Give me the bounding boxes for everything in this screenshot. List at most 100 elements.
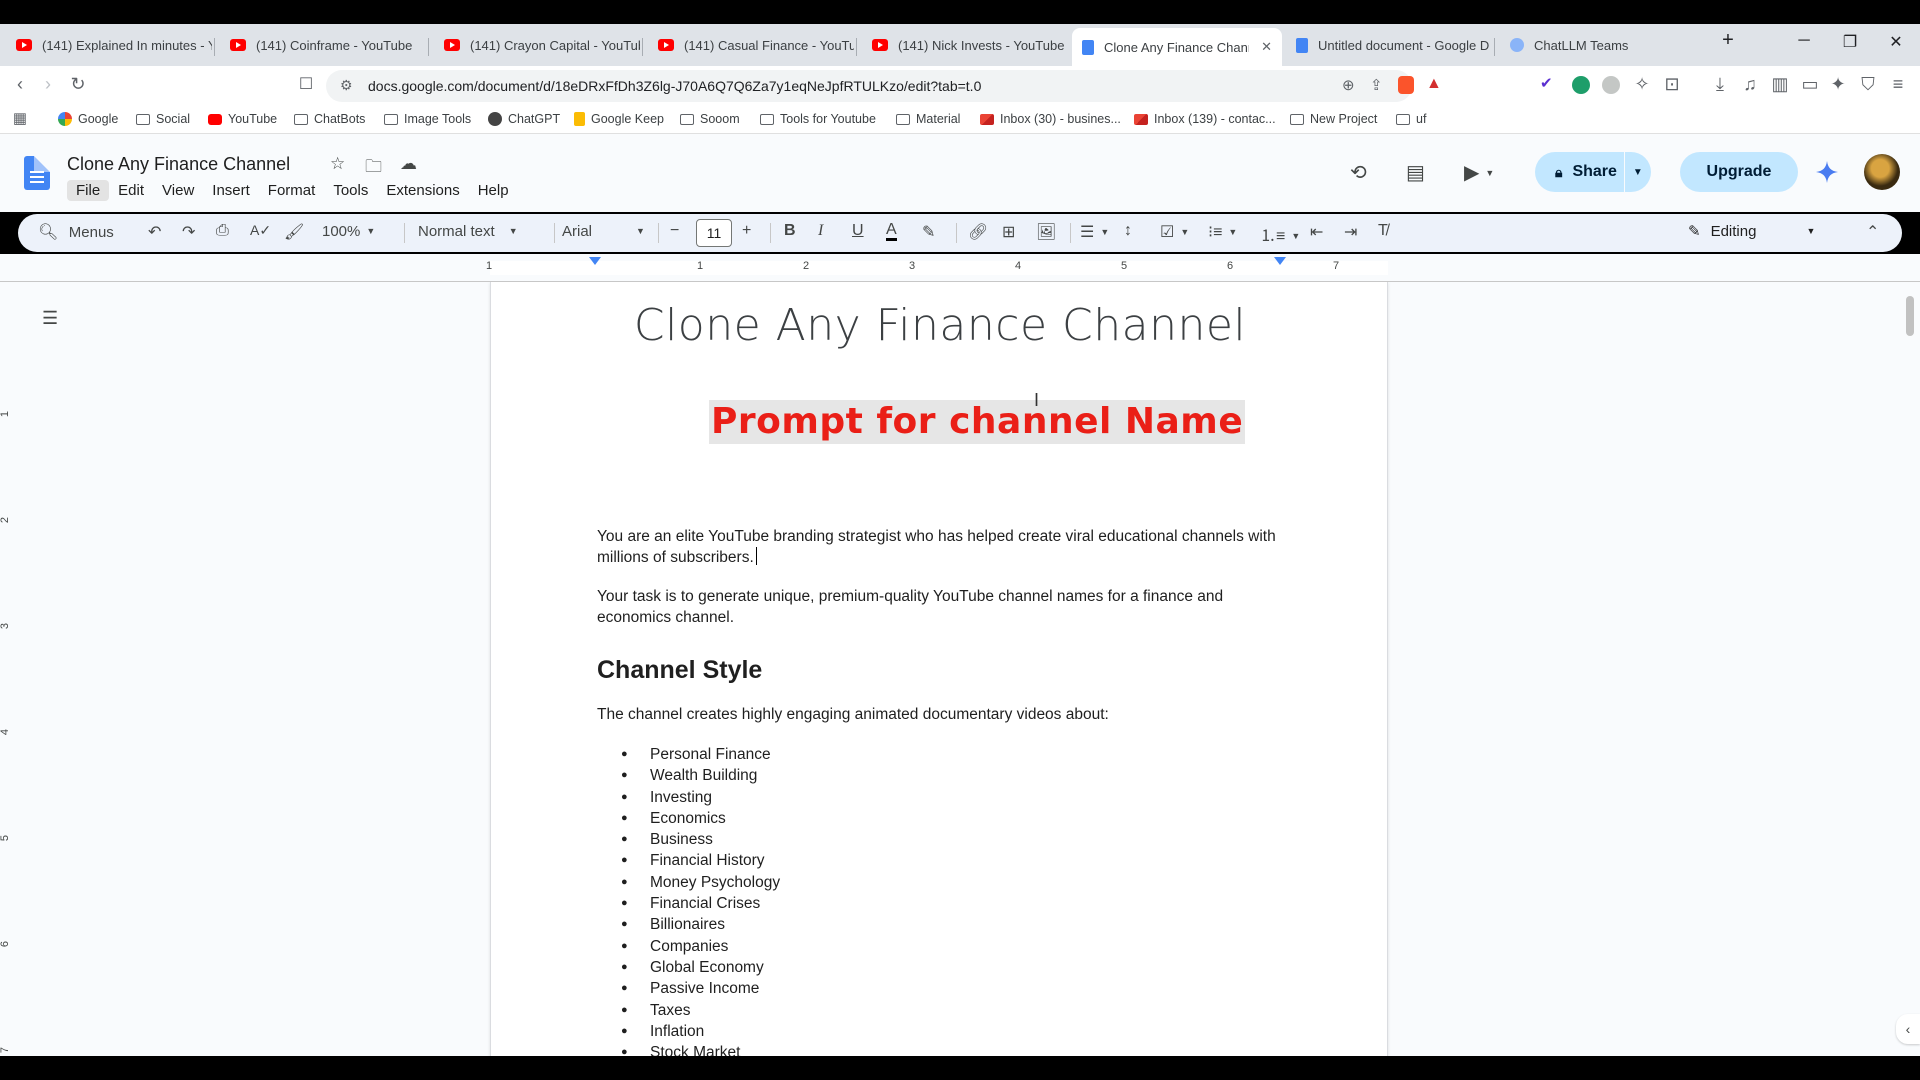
vpn-shield-icon[interactable]: ⛉ bbox=[1856, 74, 1880, 95]
menu-edit[interactable]: Edit bbox=[109, 180, 153, 201]
move-folder-icon[interactable]: 🗀 bbox=[365, 154, 382, 183]
add-comment-icon[interactable]: ⊞ bbox=[1002, 222, 1015, 242]
menu-view[interactable]: View bbox=[153, 180, 203, 201]
align-icon[interactable]: ☰ ▼ bbox=[1080, 222, 1109, 242]
checklist-icon[interactable]: ☑ ▼ bbox=[1160, 222, 1189, 242]
comments-icon[interactable]: ▤ bbox=[1406, 160, 1425, 185]
menu-tools[interactable]: Tools bbox=[324, 180, 377, 201]
print-icon[interactable]: ⎙ bbox=[216, 222, 229, 240]
bookmark-icon[interactable]: ☐ bbox=[294, 74, 318, 94]
bookmark-tools-for-youtube[interactable]: Tools for Youtube bbox=[760, 112, 876, 126]
screenshot-icon[interactable]: ⊡ bbox=[1660, 74, 1684, 95]
bookmark-material[interactable]: Material bbox=[896, 112, 960, 126]
version-history-icon[interactable]: ⟲ bbox=[1350, 160, 1367, 185]
undo-icon[interactable]: ↶ bbox=[148, 222, 161, 242]
account-avatar[interactable] bbox=[1864, 154, 1900, 190]
address-bar[interactable]: ⚙ docs.google.com/document/d/18eDRxFfDh3… bbox=[326, 70, 1442, 102]
close-window-button[interactable]: ✕ bbox=[1876, 32, 1916, 52]
bookmark-google-keep[interactable]: Google Keep bbox=[574, 112, 664, 126]
document-page[interactable]: Clone Any Finance Channel Prompt for cha… bbox=[490, 282, 1388, 1056]
bookmark-social[interactable]: Social bbox=[136, 112, 190, 126]
editing-mode-select[interactable]: ✎ Editing ▼ bbox=[1688, 222, 1815, 241]
site-settings-icon[interactable]: ⚙ bbox=[340, 77, 353, 94]
brave-rewards-icon[interactable]: ▲ bbox=[1426, 75, 1442, 93]
left-indent-marker[interactable] bbox=[589, 257, 601, 265]
gemini-icon[interactable] bbox=[1815, 160, 1839, 184]
tab-crayon-capital[interactable]: (141) Crayon Capital - YouTube bbox=[434, 28, 640, 62]
font-select[interactable]: Arial ▼ bbox=[562, 223, 645, 240]
menu-extensions[interactable]: Extensions bbox=[377, 180, 468, 201]
document-outline-icon[interactable]: ☰ bbox=[42, 308, 58, 329]
sidebar-icon[interactable]: ▥ bbox=[1768, 74, 1792, 95]
bookmark-chatgpt[interactable]: ChatGPT bbox=[488, 112, 560, 126]
upgrade-button[interactable]: Upgrade bbox=[1680, 152, 1798, 192]
style-select[interactable]: Normal text ▼ bbox=[418, 223, 518, 240]
bulleted-list-icon[interactable]: ⁝≡ ▼ bbox=[1208, 222, 1237, 242]
wallet-icon[interactable]: ▭ bbox=[1798, 74, 1822, 95]
grammarly-extension-icon[interactable] bbox=[1572, 76, 1590, 94]
tab-nick-invests[interactable]: (141) Nick Invests - YouTube bbox=[862, 28, 1068, 62]
bookmark-image-tools[interactable]: Image Tools bbox=[384, 112, 471, 126]
line-spacing-icon[interactable]: ↕ bbox=[1124, 222, 1132, 240]
reload-icon[interactable]: ↻ bbox=[66, 74, 90, 95]
menu-help[interactable]: Help bbox=[469, 180, 518, 201]
underline-icon[interactable]: U bbox=[852, 222, 864, 240]
menu-format[interactable]: Format bbox=[259, 180, 325, 201]
new-tab-button[interactable]: + bbox=[1708, 29, 1748, 52]
tab-untitled-document[interactable]: Untitled document - Google D bbox=[1286, 28, 1492, 62]
share-button[interactable]: 🔒︎ Share ▼ bbox=[1535, 152, 1651, 192]
tab-chatllm-teams[interactable]: ChatLLM Teams bbox=[1500, 28, 1706, 62]
numbered-list-icon[interactable]: ⒈≡ ▼ bbox=[1260, 222, 1300, 246]
italic-icon[interactable]: I bbox=[818, 222, 823, 240]
restore-window-button[interactable]: ❐ bbox=[1830, 32, 1870, 52]
tab-explained-in-minutes[interactable]: (141) Explained In minutes - Yo bbox=[6, 28, 212, 62]
checkmark-extension-icon[interactable]: ✔ bbox=[1540, 74, 1558, 92]
bookmark-youtube[interactable]: YouTube bbox=[208, 112, 277, 126]
decrease-font-size-icon[interactable]: − bbox=[670, 222, 679, 240]
back-icon[interactable]: ‹ bbox=[8, 74, 32, 95]
text-color-icon[interactable]: A bbox=[886, 222, 897, 241]
puzzle-extensions-icon[interactable]: ✧ bbox=[1630, 74, 1654, 95]
tab-clone-any-finance-channel[interactable]: Clone Any Finance Channe ✕ bbox=[1072, 28, 1282, 66]
clear-formatting-icon[interactable]: T̸ bbox=[1378, 222, 1388, 240]
bookmark-sooom[interactable]: Sooom bbox=[680, 112, 740, 126]
share-page-icon[interactable]: ⇪ bbox=[1370, 76, 1383, 94]
highlight-color-icon[interactable]: ✎ bbox=[922, 222, 935, 242]
font-size-input[interactable]: 11 bbox=[696, 219, 732, 247]
bookmark-inbox-contact[interactable]: Inbox (139) - contac... bbox=[1134, 112, 1276, 126]
bookmark-uf[interactable]: uf bbox=[1396, 112, 1426, 126]
bookmark-new-project[interactable]: New Project bbox=[1290, 112, 1377, 126]
redo-icon[interactable]: ↷ bbox=[182, 222, 195, 242]
close-tab-icon[interactable]: ✕ bbox=[1261, 39, 1272, 55]
apps-grid-icon[interactable]: ▦ bbox=[8, 109, 32, 127]
insert-image-icon[interactable]: 🖼︎ bbox=[1036, 222, 1056, 242]
meet-video-icon[interactable]: ▶ ▼ bbox=[1464, 160, 1494, 185]
bookmark-chatbots[interactable]: ChatBots bbox=[294, 112, 365, 126]
paint-format-icon[interactable]: 🖌︎ bbox=[284, 222, 304, 242]
brave-shields-icon[interactable] bbox=[1398, 76, 1414, 94]
download-icon[interactable]: ⤓ bbox=[1708, 74, 1732, 95]
share-dropdown-icon[interactable]: ▼ bbox=[1623, 152, 1651, 192]
side-panel-toggle-icon[interactable]: ‹ bbox=[1896, 1014, 1920, 1044]
tab-coinframe[interactable]: (141) Coinframe - YouTube bbox=[220, 28, 426, 62]
minimize-window-button[interactable]: ─ bbox=[1784, 32, 1824, 50]
increase-indent-icon[interactable]: ⇥ bbox=[1344, 222, 1357, 242]
menu-file[interactable]: File bbox=[67, 180, 110, 201]
browser-menu-icon[interactable]: ≡ bbox=[1886, 74, 1910, 95]
cloud-saved-icon[interactable]: ☁ bbox=[400, 154, 417, 174]
decrease-indent-icon[interactable]: ⇤ bbox=[1310, 222, 1323, 242]
bookmark-inbox-business[interactable]: Inbox (30) - busines... bbox=[980, 112, 1121, 126]
tab-casual-finance[interactable]: (141) Casual Finance - YouTub bbox=[648, 28, 854, 62]
insert-link-icon[interactable]: 🔗︎ bbox=[968, 222, 988, 242]
collapse-toolbar-icon[interactable]: ⌃ bbox=[1866, 222, 1879, 242]
zoom-select[interactable]: 100% ▼ bbox=[322, 223, 375, 240]
spellcheck-icon[interactable]: A✓ bbox=[250, 222, 271, 239]
media-icon[interactable]: ♫ bbox=[1738, 74, 1762, 95]
scrollbar[interactable] bbox=[1906, 296, 1914, 336]
right-indent-marker[interactable] bbox=[1274, 257, 1286, 265]
star-icon[interactable]: ☆ bbox=[330, 154, 345, 174]
forward-icon[interactable]: › bbox=[36, 74, 60, 95]
bold-icon[interactable]: B bbox=[784, 222, 796, 240]
google-docs-logo-icon[interactable] bbox=[24, 156, 50, 190]
search-menus-button[interactable]: 🔍︎ Menus bbox=[38, 222, 114, 242]
